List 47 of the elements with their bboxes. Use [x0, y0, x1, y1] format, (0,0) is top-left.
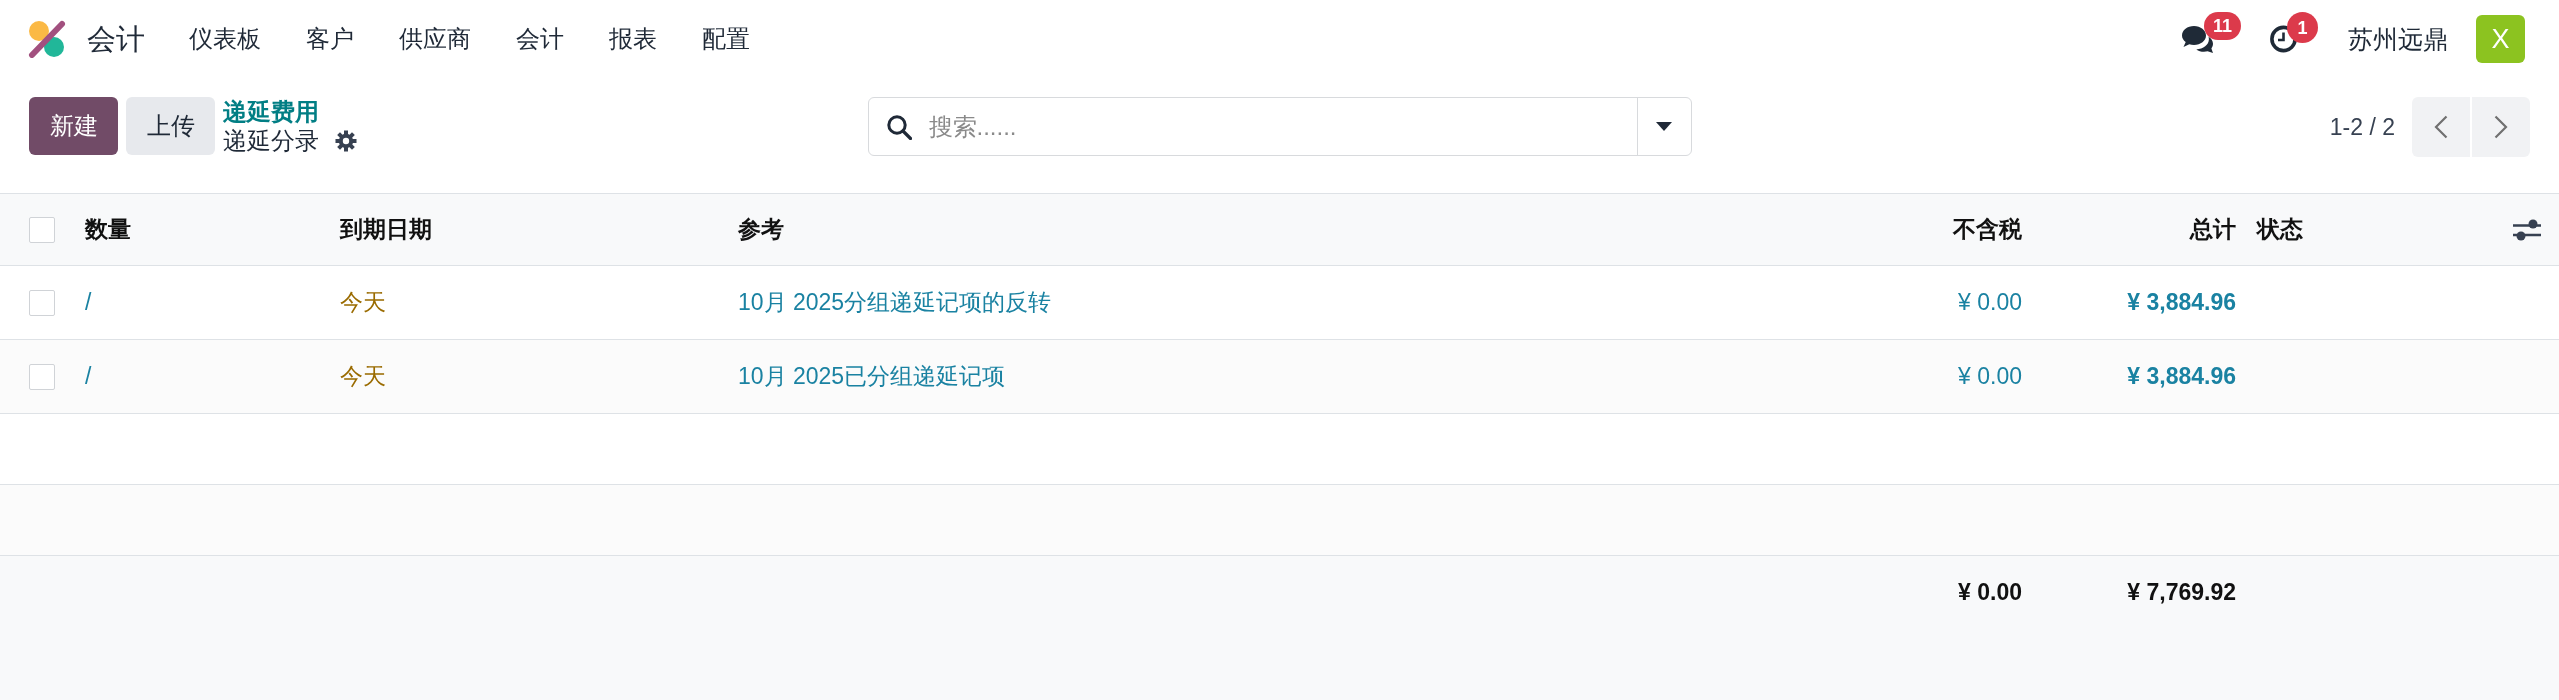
- table-cell: /: [85, 362, 92, 391]
- checkbox[interactable]: [29, 289, 55, 316]
- upload-button[interactable]: 上传: [126, 97, 215, 155]
- count-badge: 1: [2287, 12, 2318, 43]
- table-cell: 今天: [340, 362, 386, 391]
- new-button[interactable]: 新建: [29, 97, 118, 155]
- table-cell: ¥ 0.00: [1958, 362, 2022, 391]
- menu-item[interactable]: 客户: [283, 27, 376, 51]
- table-row[interactable]: / 今天 10月 2025已分组递延记项 ¥ 0.00 ¥ 3,884.96: [0, 340, 2559, 414]
- menu-item[interactable]: 配置: [679, 27, 772, 51]
- app-logo[interactable]: [27, 20, 67, 58]
- table-cell: ¥ 3,884.96: [2127, 288, 2236, 317]
- total-cell: ¥ 0.00: [1958, 579, 2022, 607]
- search-icon: [885, 113, 912, 140]
- page-title: 递延分录: [223, 126, 319, 155]
- table-cell: 10月 2025已分组递延记项: [738, 362, 1006, 391]
- menu-item[interactable]: 仪表板: [166, 27, 283, 51]
- sliders-icon[interactable]: [2513, 218, 2541, 241]
- company-name[interactable]: 苏州远鼎: [2348, 26, 2448, 52]
- table-cell: /: [85, 288, 92, 317]
- checkbox[interactable]: [29, 363, 55, 390]
- table-cell: 今天: [340, 288, 386, 317]
- column-header[interactable]: 参考: [738, 215, 784, 244]
- count-badge: 11: [2204, 12, 2242, 40]
- breadcrumb-link[interactable]: 递延费用: [223, 97, 319, 126]
- column-header[interactable]: 状态: [2257, 215, 2303, 244]
- column-header[interactable]: 数量: [85, 215, 131, 244]
- search-field[interactable]: 搜索......: [867, 97, 1692, 156]
- search-input[interactable]: 搜索......: [928, 98, 1637, 155]
- column-header[interactable]: 总计: [2190, 215, 2236, 244]
- menu-item[interactable]: 供应商: [376, 27, 493, 51]
- menu-item[interactable]: 会计: [493, 27, 586, 51]
- chevron-left-icon: [2434, 115, 2448, 139]
- table-cell: ¥ 3,884.96: [2127, 362, 2236, 391]
- app-name[interactable]: 会计: [87, 24, 145, 54]
- column-header[interactable]: 不含税: [1953, 215, 2022, 244]
- column-header[interactable]: 到期日期: [340, 215, 432, 244]
- chat-bubbles-icon[interactable]: [2181, 25, 2214, 53]
- pager-range[interactable]: 1-2 / 2: [2329, 113, 2395, 141]
- gear-icon[interactable]: [335, 129, 357, 152]
- caret-icon: [1656, 122, 1672, 131]
- table-cell: 10月 2025分组递延记项的反转: [738, 288, 1052, 317]
- menu-item[interactable]: 报表: [586, 27, 679, 51]
- total-cell: ¥ 7,769.92: [2127, 579, 2236, 607]
- table-cell: ¥ 0.00: [1958, 288, 2022, 317]
- chevron-right-icon: [2494, 115, 2508, 139]
- checkbox[interactable]: [29, 216, 55, 243]
